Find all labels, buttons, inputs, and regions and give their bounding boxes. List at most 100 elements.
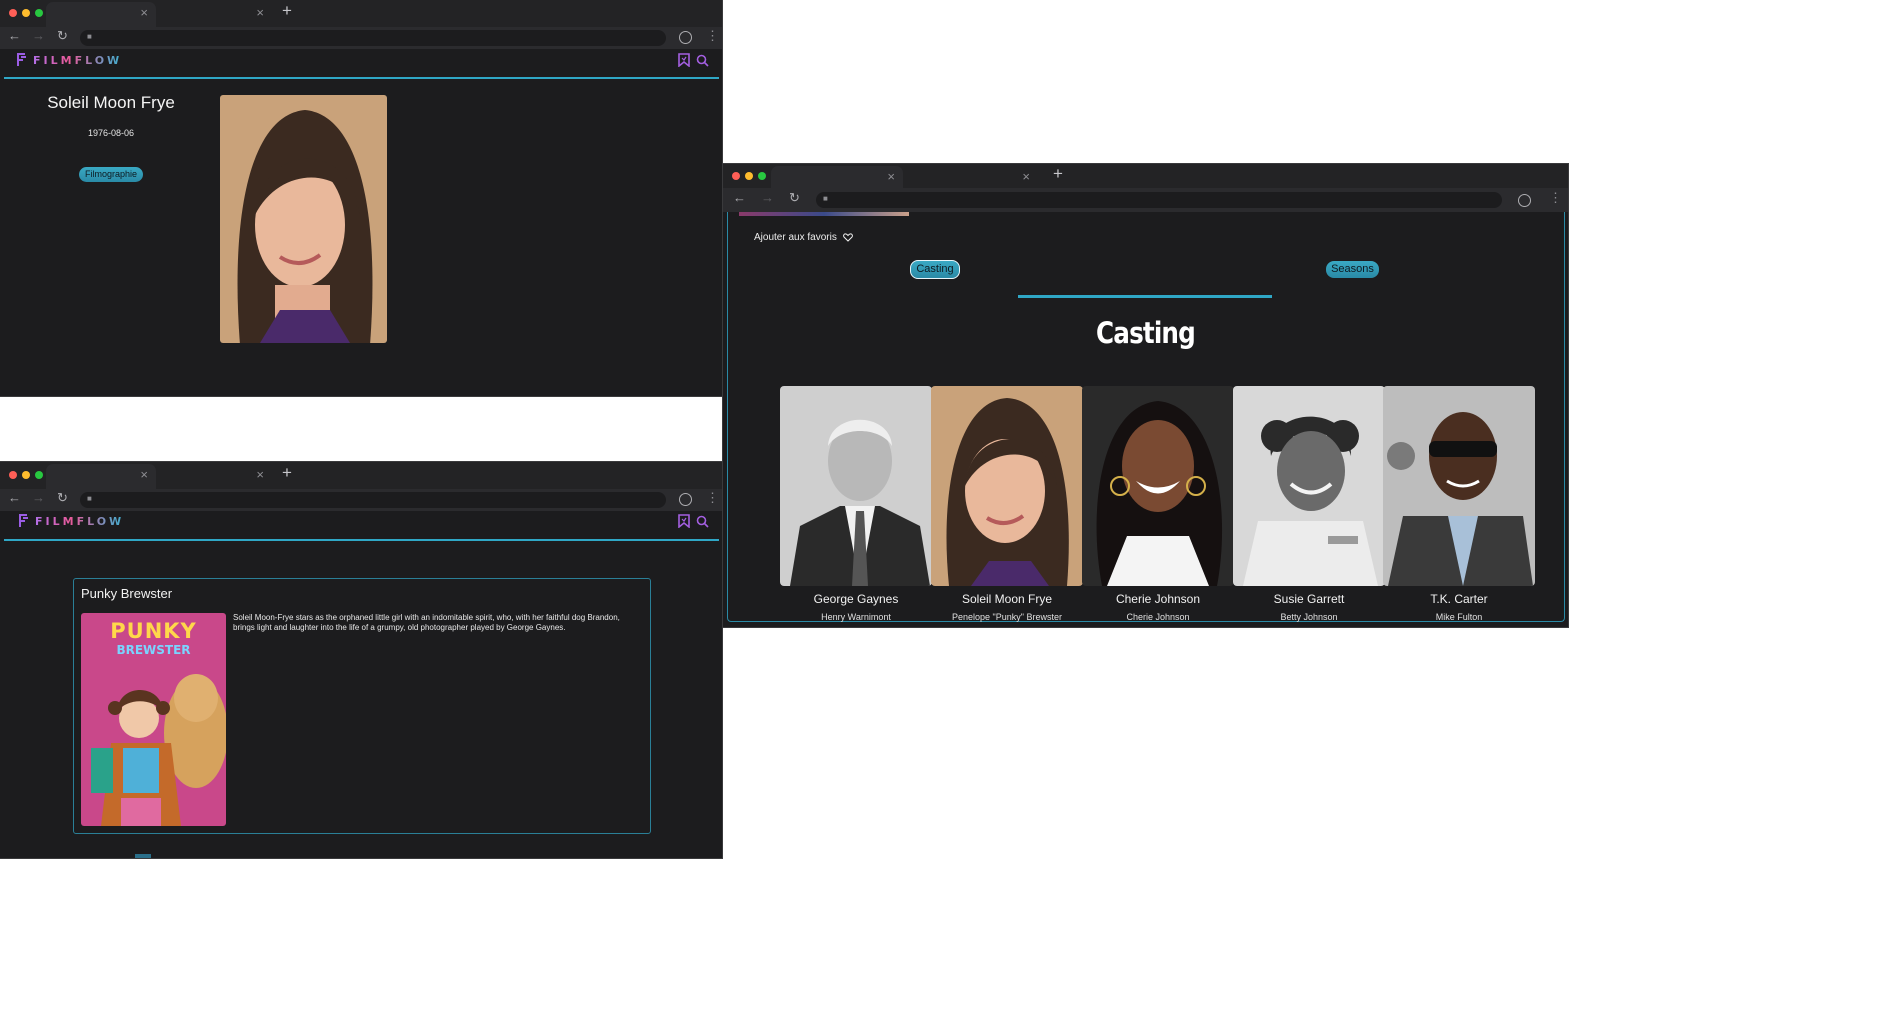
actor-photo [220,95,387,343]
casting-heading: Casting [1096,316,1196,350]
minimize-window-button[interactable] [745,172,753,180]
add-favorite-button[interactable]: Ajouter aux favoris [754,232,853,243]
window-controls [9,9,43,17]
tab-underline [1018,295,1272,298]
tab-casting[interactable]: Casting [910,260,960,279]
back-icon[interactable]: ← [8,490,21,505]
address-bar[interactable]: ■ [80,30,666,46]
close-tab-icon[interactable]: × [256,467,264,482]
site-logo[interactable]: FILMFLOW [15,52,122,68]
menu-icon[interactable]: ⋮ [706,490,719,506]
close-tab-icon[interactable]: × [887,169,895,184]
browser-tab[interactable]: × [905,166,1038,188]
scroll-indicator [135,854,151,858]
title-bar: × × + [0,462,722,489]
profile-icon[interactable] [1518,194,1531,207]
cast-card[interactable]: Soleil Moon Frye Penelope "Punky" Brewst… [931,386,1083,622]
cast-role: Betty Johnson [1280,612,1338,622]
back-icon[interactable]: ← [8,28,21,43]
search-icon[interactable] [696,515,709,528]
browser-tab-active[interactable]: × [46,2,156,27]
maximize-window-button[interactable] [35,9,43,17]
close-window-button[interactable] [9,471,17,479]
cast-card[interactable]: George Gaynes Henry Warnimont [780,386,932,622]
close-tab-icon[interactable]: × [140,5,148,20]
show-poster: PUNKY BREWSTER [81,613,226,826]
show-title: Punky Brewster [81,586,173,601]
minimize-window-button[interactable] [22,471,30,479]
profile-icon[interactable] [679,31,692,44]
cast-role: Mike Fulton [1435,612,1483,622]
header-divider [4,77,719,79]
address-bar[interactable]: ■ [80,492,666,508]
cast-card[interactable]: Cherie Johnson Cherie Johnson [1082,386,1234,622]
close-tab-icon[interactable]: × [256,5,264,20]
browser-window-show: × × + ← → ↻ ■ ⋮ FILMFLOW Punky Brewster … [0,462,722,858]
cast-card[interactable]: Susie Garrett Betty Johnson [1233,386,1385,622]
bookmark-icon[interactable] [678,514,690,528]
lock-icon: ■ [87,494,92,503]
browser-tab-active[interactable]: × [771,166,903,188]
forward-icon[interactable]: → [32,490,45,505]
lock-icon: ■ [823,194,828,203]
close-tab-icon[interactable]: × [1022,169,1030,184]
browser-tab-active[interactable]: × [46,464,156,489]
cast-name: George Gaynes [813,592,899,606]
close-window-button[interactable] [9,9,17,17]
cast-name: Cherie Johnson [1115,592,1201,606]
menu-icon[interactable]: ⋮ [706,28,719,44]
new-tab-button[interactable]: + [1053,164,1063,184]
close-tab-icon[interactable]: × [140,467,148,482]
show-card: Punky Brewster PUNKY BREWSTER Soleil Moo… [73,578,651,834]
tab-seasons[interactable]: Seasons [1326,261,1379,278]
reload-icon[interactable]: ↻ [57,490,68,506]
address-bar[interactable]: ■ [816,192,1502,208]
new-tab-button[interactable]: + [282,463,292,483]
bookmark-icon[interactable] [678,53,690,67]
new-tab-button[interactable]: + [282,1,292,21]
logo-icon [19,514,28,527]
show-description: Soleil Moon-Frye stars as the orphaned l… [233,613,620,632]
cast-photo [1233,386,1385,586]
logo-text: FILMFLOW [33,53,123,67]
maximize-window-button[interactable] [35,471,43,479]
poster-strip [739,212,909,216]
cast-name: Soleil Moon Frye [961,592,1053,606]
title-bar: × × + [723,164,1568,188]
cast-name: T.K. Carter [1430,592,1488,606]
browser-window-cast: × × + ← → ↻ ■ ⋮ Ajouter aux favoris Cast… [723,164,1568,627]
title-bar: × × + [0,0,722,27]
maximize-window-button[interactable] [758,172,766,180]
forward-icon[interactable]: → [761,190,774,205]
close-window-button[interactable] [732,172,740,180]
lock-icon: ■ [87,32,92,41]
logo-icon [17,53,26,66]
header-icons [678,514,709,528]
window-controls [9,471,43,479]
cast-photo [1383,386,1535,586]
browser-tab[interactable]: × [158,464,272,489]
minimize-window-button[interactable] [22,9,30,17]
forward-icon[interactable]: → [32,28,45,43]
profile-icon[interactable] [679,493,692,506]
logo-text: FILMFLOW [35,514,125,528]
header-icons [678,53,709,67]
back-icon[interactable]: ← [733,190,746,205]
filmography-button[interactable]: Filmographie [79,167,143,182]
cast-role: Henry Warnimont [821,612,891,622]
cast-photo [931,386,1083,586]
heart-icon [842,233,853,242]
reload-icon[interactable]: ↻ [57,28,68,44]
site-logo[interactable]: FILMFLOW [17,513,124,529]
search-icon[interactable] [696,54,709,67]
window-controls [732,172,766,180]
cast-name: Susie Garrett [1273,592,1345,606]
cast-card[interactable]: T.K. Carter Mike Fulton [1383,386,1535,622]
menu-icon[interactable]: ⋮ [1549,190,1562,206]
cast-photo [1082,386,1234,586]
browser-toolbar: ← → ↻ ■ ⋮ [0,489,722,511]
add-favorite-label: Ajouter aux favoris [754,232,837,243]
browser-toolbar: ← → ↻ ■ ⋮ [723,188,1568,212]
reload-icon[interactable]: ↻ [789,190,800,206]
browser-tab[interactable]: × [158,2,272,27]
